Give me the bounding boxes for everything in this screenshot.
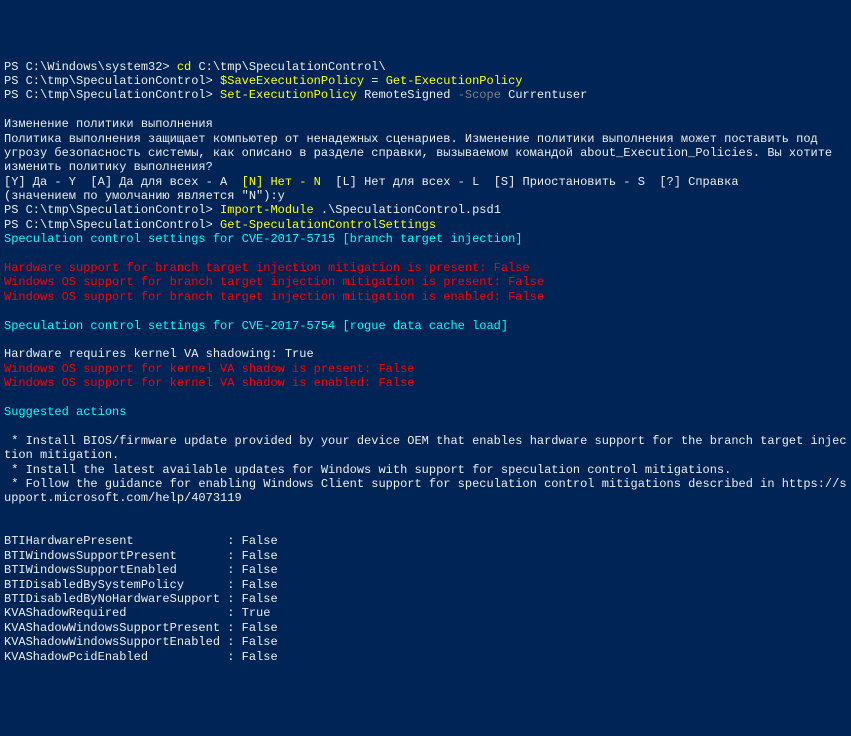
terminal-line: BTIWindowsSupportPresent : False [4, 549, 847, 563]
terminal-line: PS C:\tmp\SpeculationControl> Set-Execut… [4, 88, 847, 102]
terminal-line: PS C:\tmp\SpeculationControl> $SaveExecu… [4, 74, 847, 88]
terminal-text: Windows OS support for branch target inj… [4, 290, 544, 304]
terminal-text: Политика выполнения защищает компьютер о… [4, 132, 818, 146]
terminal-text: PS C:\tmp\SpeculationControl> [4, 88, 220, 102]
terminal-line: Hardware support for branch target injec… [4, 261, 847, 275]
terminal-line: PS C:\tmp\SpeculationControl> Import-Mod… [4, 203, 847, 217]
terminal-line: Hardware requires kernel VA shadowing: T… [4, 347, 847, 361]
terminal-line [4, 419, 847, 433]
terminal-text: $SaveExecutionPolicy [220, 74, 371, 88]
powershell-terminal[interactable]: PS C:\Windows\system32> cd C:\tmp\Specul… [4, 60, 847, 664]
terminal-line: PS C:\Windows\system32> cd C:\tmp\Specul… [4, 60, 847, 74]
terminal-text: [Y] Да - Y [A] Да для всех - A [4, 175, 242, 189]
terminal-line: Windows OS support for branch target inj… [4, 290, 847, 304]
terminal-text: угрозу безопасность системы, как описано… [4, 146, 832, 160]
terminal-text: Get-ExecutionPolicy [386, 74, 523, 88]
terminal-line [4, 304, 847, 318]
terminal-text: PS C:\tmp\SpeculationControl> [4, 218, 220, 232]
terminal-text: BTIWindowsSupportEnabled : False [4, 563, 278, 577]
terminal-line: BTIDisabledBySystemPolicy : False [4, 578, 847, 592]
terminal-line: PS C:\tmp\SpeculationControl> Get-Specul… [4, 218, 847, 232]
terminal-line: BTIHardwarePresent : False [4, 534, 847, 548]
terminal-line: Изменение политики выполнения [4, 117, 847, 131]
terminal-text: [L] Нет для всех - L [S] Приостановить -… [321, 175, 739, 189]
terminal-text: (значением по умолчанию является "N"):y [4, 189, 285, 203]
terminal-line: Speculation control settings for CVE-201… [4, 319, 847, 333]
terminal-line: Windows OS support for kernel VA shadow … [4, 376, 847, 390]
terminal-text: PS C:\tmp\SpeculationControl> [4, 203, 220, 217]
terminal-line: изменить политику выполнения? [4, 160, 847, 174]
terminal-text: Windows OS support for branch target inj… [4, 275, 544, 289]
terminal-text: * Follow the guidance for enabling Windo… [4, 477, 847, 505]
terminal-line: KVAShadowWindowsSupportEnabled : False [4, 635, 847, 649]
terminal-text: KVAShadowPcidEnabled : False [4, 650, 278, 664]
terminal-text: Windows OS support for kernel VA shadow … [4, 376, 414, 390]
terminal-text: изменить политику выполнения? [4, 160, 213, 174]
terminal-line: BTIWindowsSupportEnabled : False [4, 563, 847, 577]
terminal-line [4, 506, 847, 520]
terminal-text: BTIWindowsSupportPresent : False [4, 549, 278, 563]
terminal-text: Import-Module [220, 203, 321, 217]
terminal-text: Windows OS support for kernel VA shadow … [4, 362, 414, 376]
terminal-text: PS C:\tmp\SpeculationControl> [4, 74, 220, 88]
terminal-line [4, 247, 847, 261]
terminal-line: BTIDisabledByNoHardwareSupport : False [4, 592, 847, 606]
terminal-text: KVAShadowRequired : True [4, 606, 270, 620]
terminal-line: [Y] Да - Y [A] Да для всех - A [N] Нет -… [4, 175, 847, 189]
terminal-text: [N] Нет - N [242, 175, 321, 189]
terminal-line: (значением по умолчанию является "N"):y [4, 189, 847, 203]
terminal-text: Currentuser [508, 88, 587, 102]
terminal-line: * Follow the guidance for enabling Windo… [4, 477, 847, 506]
terminal-text: * Install BIOS/firmware update provided … [4, 434, 847, 462]
terminal-text: Hardware requires kernel VA shadowing: T… [4, 347, 314, 361]
terminal-line: Политика выполнения защищает компьютер о… [4, 132, 847, 146]
terminal-text: KVAShadowWindowsSupportEnabled : False [4, 635, 278, 649]
terminal-text: KVAShadowWindowsSupportPresent : False [4, 621, 278, 635]
terminal-line: Speculation control settings for CVE-201… [4, 232, 847, 246]
terminal-text: Speculation control settings for CVE-201… [4, 232, 522, 246]
terminal-line [4, 391, 847, 405]
terminal-line [4, 520, 847, 534]
terminal-text: .\SpeculationControl.psd1 [321, 203, 501, 217]
terminal-line: KVAShadowRequired : True [4, 606, 847, 620]
terminal-text: BTIHardwarePresent : False [4, 534, 278, 548]
terminal-text: RemoteSigned [364, 88, 458, 102]
terminal-text: BTIDisabledBySystemPolicy : False [4, 578, 278, 592]
terminal-text: -Scope [458, 88, 508, 102]
terminal-line: Suggested actions [4, 405, 847, 419]
terminal-line: Windows OS support for branch target inj… [4, 275, 847, 289]
terminal-text: BTIDisabledByNoHardwareSupport : False [4, 592, 278, 606]
terminal-line: Windows OS support for kernel VA shadow … [4, 362, 847, 376]
terminal-text: Изменение политики выполнения [4, 117, 213, 131]
terminal-line: KVAShadowWindowsSupportPresent : False [4, 621, 847, 635]
terminal-text: Speculation control settings for CVE-201… [4, 319, 508, 333]
terminal-line: * Install BIOS/firmware update provided … [4, 434, 847, 463]
terminal-line [4, 103, 847, 117]
terminal-line [4, 333, 847, 347]
terminal-text: PS C:\Windows\system32> [4, 60, 177, 74]
terminal-text: * Install the latest available updates f… [4, 463, 731, 477]
terminal-text: = [371, 74, 385, 88]
terminal-line: KVAShadowPcidEnabled : False [4, 650, 847, 664]
terminal-text: C:\tmp\SpeculationControl\ [198, 60, 385, 74]
terminal-text: Suggested actions [4, 405, 126, 419]
terminal-text: cd [177, 60, 199, 74]
terminal-line: угрозу безопасность системы, как описано… [4, 146, 847, 160]
terminal-text: Get-SpeculationControlSettings [220, 218, 436, 232]
terminal-line: * Install the latest available updates f… [4, 463, 847, 477]
terminal-text: Hardware support for branch target injec… [4, 261, 530, 275]
terminal-text: Set-ExecutionPolicy [220, 88, 364, 102]
